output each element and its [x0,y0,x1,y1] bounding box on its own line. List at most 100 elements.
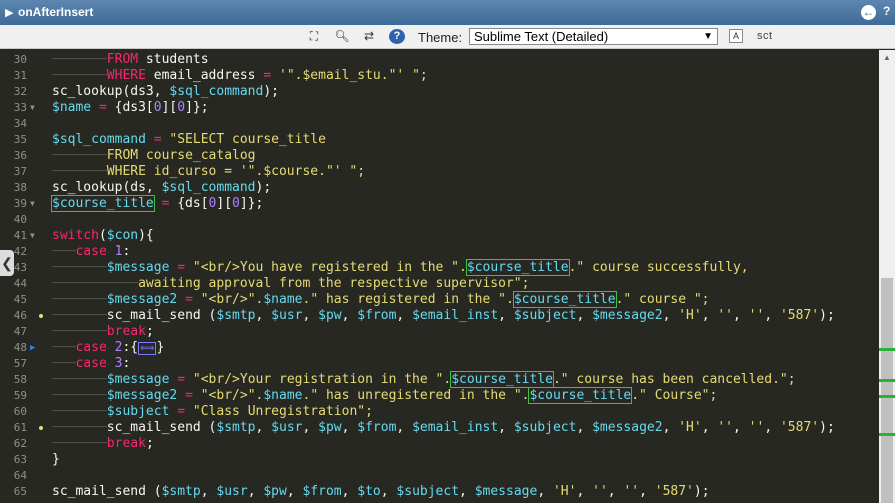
code-text[interactable]: sc_lookup(ds, $sql_command); [52,180,271,196]
line-number: 47 [13,325,27,338]
collapse-triangle-icon[interactable]: ▶ [5,6,13,19]
code-text[interactable]: } [52,452,60,468]
window-title: onAfterInsert [18,5,94,19]
code-text[interactable]: ───────$message = "<br/>Your registratio… [52,371,796,388]
code-line[interactable]: 36 ───────FROM course_catalog [0,148,879,164]
sct-shortcut-button[interactable]: sct [757,30,773,42]
line-number: 45 [13,293,27,306]
match-marker [879,379,895,382]
line-number: 64 [13,469,27,482]
chevron-down-icon: ▼ [703,31,713,42]
code-text[interactable]: ───case 1: [52,244,130,260]
breakpoint-dot-icon[interactable] [39,314,43,318]
line-number: 59 [13,389,27,402]
line-number: 48 [13,341,27,354]
line-number: 35 [13,133,27,146]
window-titlebar: ▶ onAfterInsert ← ? [0,0,895,25]
code-text[interactable]: ───────────awaiting approval from the re… [52,276,529,292]
line-number: 62 [13,437,27,450]
match-marker [879,433,895,436]
code-text[interactable]: switch($con){ [52,228,154,244]
code-line[interactable]: 45 ───────$message2 = "<br/>".$name." has… [0,291,879,308]
line-number: 37 [13,165,27,178]
code-line[interactable]: 46 ───────sc_mail_send ($smtp, $usr, $pw,… [0,308,879,324]
vertical-scrollbar[interactable]: ▲ [879,50,895,503]
code-text[interactable]: ───────sc_mail_send ($smtp, $usr, $pw, $… [52,420,835,436]
code-line[interactable]: 48 ▶ ───case 2:{⟺} [0,340,879,356]
theme-select[interactable]: Sublime Text (Detailed) ▼ [469,28,718,45]
line-number: 32 [13,85,27,98]
code-text[interactable]: ───────break; [52,324,154,340]
code-text[interactable]: $name = {ds3[0][0]}; [52,100,209,116]
code-text[interactable]: ───────sc_mail_send ($smtp, $usr, $pw, $… [52,308,835,324]
code-text[interactable]: ───────WHERE id_curso = '".$course."' "; [52,164,365,180]
line-number: 40 [13,213,27,226]
code-line[interactable]: 39 ▼ $course_title = {ds[0][0]}; [0,195,879,212]
code-text[interactable]: ───────FROM course_catalog [52,148,256,164]
scroll-up-arrow-icon[interactable]: ▲ [879,50,895,66]
help-icon[interactable]: ? [389,29,405,44]
replace-icon[interactable]: ⇄ [361,29,377,44]
code-line[interactable]: 62 ───────break; [0,436,879,452]
fullscreen-icon[interactable]: ⛶ [306,29,322,44]
scrollbar-thumb[interactable] [881,278,893,503]
code-text[interactable]: ───────break; [52,436,154,452]
code-line[interactable]: 60 ───────$subject = "Class Unregistratio… [0,404,879,420]
code-text[interactable]: sc_mail_send ($smtp, $usr, $pw, $from, $… [52,484,710,500]
code-text[interactable]: ───case 3: [52,356,130,372]
collapse-arrow-icon[interactable]: ❮ [0,250,14,276]
code-text[interactable]: ───────$subject = "Class Unregistration"… [52,404,373,420]
code-line[interactable]: 37 ───────WHERE id_curso = '".$course."' … [0,164,879,180]
code-text[interactable]: ───────$message2 = "<br/>".$name." has u… [52,387,717,404]
line-number: 30 [13,53,27,66]
code-line[interactable]: 41 ▼ switch($con){ [0,228,879,244]
editor-toolbar: ⛶ 🔍︎ ⇄ ? Theme: Sublime Text (Detailed) … [0,25,895,49]
code-line[interactable]: 40 [0,212,879,228]
code-line[interactable]: 38 sc_lookup(ds, $sql_command); [0,180,879,196]
code-line[interactable]: 32 sc_lookup(ds3, $sql_command); [0,84,879,100]
code-line[interactable]: 65 sc_mail_send ($smtp, $usr, $pw, $from,… [0,484,879,500]
code-line[interactable]: 30 ───────FROM students [0,52,879,68]
help-question-icon[interactable]: ? [883,4,890,18]
match-marker [879,395,895,398]
fold-toggle-icon[interactable]: ▼ [30,228,35,244]
code-text[interactable]: ───case 2:{⟺} [52,340,164,357]
fold-toggle-icon[interactable]: ▼ [30,196,35,212]
line-number: 46 [13,309,27,322]
breakpoint-dot-icon[interactable] [39,426,43,430]
search-icon[interactable]: 🔍︎ [334,29,350,44]
fold-toggle-icon[interactable]: ▼ [30,100,35,116]
code-text[interactable]: $sql_command = "SELECT course_title [52,132,326,148]
folded-marker-icon[interactable]: ▶ [30,340,35,356]
code-line[interactable]: 31 ───────WHERE email_address = '".$email… [0,68,879,84]
code-line[interactable]: 58 ───────$message = "<br/>Your registrat… [0,371,879,388]
line-number: 58 [13,373,27,386]
code-line[interactable]: 64 [0,468,879,484]
code-line[interactable]: 33 ▼ $name = {ds3[0][0]}; [0,100,879,116]
code-line[interactable]: 59 ───────$message2 = "<br/>".$name." has… [0,387,879,404]
code-editor[interactable]: 30 ───────FROM students 31 ───────WHERE ema… [0,50,879,503]
line-number: 34 [13,117,27,130]
back-icon[interactable]: ← [861,5,876,20]
code-text[interactable]: $course_title = {ds[0][0]}; [51,195,263,212]
code-text[interactable]: ───────$message2 = "<br/>".$name." has r… [52,291,710,308]
line-number: 38 [13,181,27,194]
theme-label: Theme: [418,30,463,45]
line-number: 31 [13,69,27,82]
code-line[interactable]: 34 [0,116,879,132]
code-line[interactable]: 57 ───case 3: [0,356,879,372]
code-text[interactable]: ───────WHERE email_address = '".$email_s… [52,68,428,84]
code-line[interactable]: 42 ───case 1: [0,244,879,260]
code-line[interactable]: 44 ───────────awaiting approval from the … [0,276,879,292]
code-line[interactable]: 63} [0,452,879,468]
code-line[interactable]: 61 ───────sc_mail_send ($smtp, $usr, $pw,… [0,420,879,436]
theme-select-value: Sublime Text (Detailed) [474,29,609,44]
code-text[interactable]: ───────$message = "<br/>You have registe… [52,259,749,276]
code-line[interactable]: 35 $sql_command = "SELECT course_title [0,132,879,148]
code-line[interactable]: 43 ───────$message = "<br/>You have regis… [0,259,879,276]
code-text[interactable]: ───────FROM students [52,52,209,68]
code-line[interactable]: 47 ───────break; [0,324,879,340]
font-size-button[interactable]: A [729,29,743,43]
line-number: 39 [13,197,27,210]
code-text[interactable]: sc_lookup(ds3, $sql_command); [52,84,279,100]
